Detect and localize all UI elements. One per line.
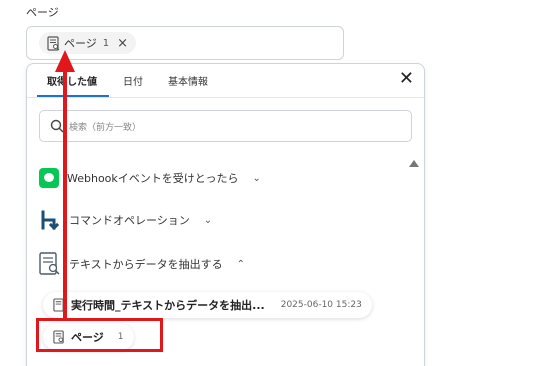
highlight-arrow-head <box>55 50 75 72</box>
search-input[interactable]: 検索（前方一致） <box>39 110 412 142</box>
item-date: 2025-06-10 15:23 <box>280 300 362 310</box>
search-placeholder: 検索（前方一致） <box>69 122 142 133</box>
scroll-up-arrow-icon[interactable] <box>409 160 419 167</box>
chevron-down-icon: ⌄ <box>203 214 213 226</box>
group-label: Webhookイベントを受けとったら <box>67 172 239 185</box>
group-label: コマンドオペレーション <box>69 214 190 227</box>
document-search-icon <box>47 35 60 51</box>
tab-bar: 取得した値 日付 基本情報 ✕ <box>27 64 424 98</box>
chip-remove-icon[interactable]: × <box>117 37 128 50</box>
chevron-up-icon: ⌃ <box>236 258 246 270</box>
list-item[interactable]: 実行時間_テキストからデータを抽出... 2025-06-10 15:23 <box>43 292 372 318</box>
chevron-down-icon: ⌄ <box>252 172 261 184</box>
highlight-arrow-shaft <box>63 70 67 320</box>
active-tab-indicator <box>37 95 109 97</box>
tab-basic-info[interactable]: 基本情報 <box>168 73 208 88</box>
group-extract-data[interactable]: テキストからデータを抽出する ⌃ <box>39 252 245 276</box>
line-icon <box>39 168 59 188</box>
highlight-box <box>36 318 163 352</box>
tab-acquired-values[interactable]: 取得した値 <box>47 73 97 88</box>
page-field-label: ページ <box>26 6 59 19</box>
document-search-icon <box>39 252 60 275</box>
chip-number: 1 <box>102 37 110 49</box>
selected-value-chip[interactable]: ページ 1 × <box>39 32 137 54</box>
tab-date[interactable]: 日付 <box>123 73 143 88</box>
search-icon <box>50 119 64 133</box>
chip-label: ページ <box>64 37 97 50</box>
group-label: テキストからデータを抽出する <box>69 258 223 271</box>
group-webhook[interactable]: Webhookイベントを受けとったら ⌄ <box>39 168 261 188</box>
item-title: 実行時間_テキストからデータを抽出... <box>71 299 265 312</box>
command-icon <box>41 210 60 231</box>
close-icon[interactable]: ✕ <box>399 70 414 88</box>
